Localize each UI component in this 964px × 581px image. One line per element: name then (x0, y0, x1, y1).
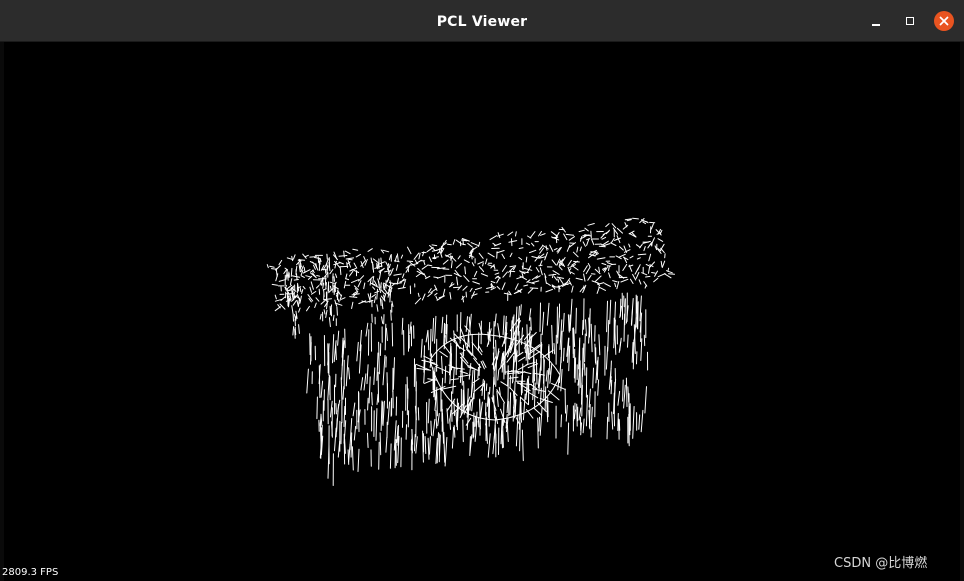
point-cloud-viewport[interactable] (4, 42, 960, 581)
window-title: PCL Viewer (436, 14, 528, 30)
fps-counter: 2809.3 FPS (2, 567, 59, 578)
close-button[interactable] (934, 11, 954, 31)
maximize-icon (906, 17, 914, 25)
maximize-button[interactable] (900, 11, 920, 31)
csdn-watermark: CSDN @比博燃 (834, 556, 928, 571)
minimize-button[interactable] (866, 11, 886, 31)
pcl-viewer-window: PCL Viewer 2809.3 FPS CSDN @比博燃 (0, 0, 964, 581)
minimize-icon (872, 24, 880, 26)
right-border (960, 42, 964, 581)
close-icon (939, 16, 949, 26)
title-bar[interactable]: PCL Viewer (0, 0, 964, 42)
point-cloud-render[interactable] (4, 42, 960, 581)
